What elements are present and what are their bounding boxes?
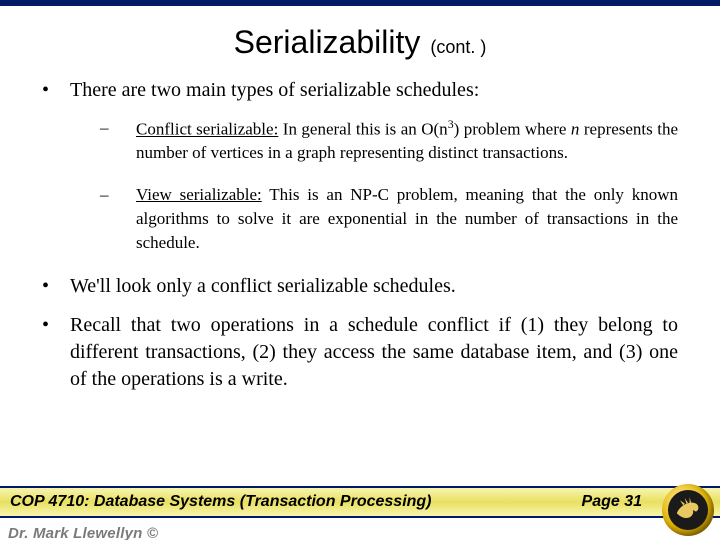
- bullet-text: Recall that two operations in a schedule…: [70, 312, 678, 393]
- footer-author: Dr. Mark Llewellyn ©: [8, 525, 158, 540]
- ucf-pegasus-logo: [662, 484, 714, 536]
- bullet-item: • There are two main types of serializab…: [42, 77, 678, 104]
- slide-title: Serializability (cont. ): [0, 6, 720, 71]
- bullet-item: • Recall that two operations in a schedu…: [42, 312, 678, 393]
- bullet-text: There are two main types of serializable…: [70, 77, 678, 104]
- slide-body: • There are two main types of serializab…: [0, 71, 720, 540]
- term-view-serializable: View serializable:: [136, 185, 262, 204]
- sub-bullet-text: View serializable: This is an NP-C probl…: [136, 183, 678, 254]
- pegasus-icon: [672, 494, 704, 526]
- text-fragment: ) problem where: [454, 120, 571, 139]
- dash-glyph: –: [96, 183, 136, 254]
- title-cont: (cont. ): [430, 37, 486, 57]
- sub-bullet-item: – View serializable: This is an NP-C pro…: [96, 183, 678, 254]
- bullet-glyph: •: [42, 273, 70, 300]
- logo-inner: [668, 490, 708, 530]
- title-main: Serializability: [234, 24, 421, 60]
- bullet-item: • We'll look only a conflict serializabl…: [42, 273, 678, 300]
- text-fragment: In general this is an O(n: [278, 120, 447, 139]
- term-conflict-serializable: Conflict serializable:: [136, 120, 278, 139]
- slide-footer: COP 4710: Database Systems (Transaction …: [0, 484, 720, 540]
- dash-glyph: –: [96, 116, 136, 165]
- bullet-glyph: •: [42, 77, 70, 104]
- sub-bullet-item: – Conflict serializable: In general this…: [96, 116, 678, 165]
- bullet-text: We'll look only a conflict serializable …: [70, 273, 678, 300]
- footer-band: COP 4710: Database Systems (Transaction …: [0, 486, 720, 518]
- sub-bullet-text: Conflict serializable: In general this i…: [136, 116, 678, 165]
- bullet-glyph: •: [42, 312, 70, 393]
- footer-page: Page 31: [582, 493, 642, 511]
- footer-course: COP 4710: Database Systems (Transaction …: [10, 493, 582, 511]
- slide: Serializability (cont. ) • There are two…: [0, 0, 720, 540]
